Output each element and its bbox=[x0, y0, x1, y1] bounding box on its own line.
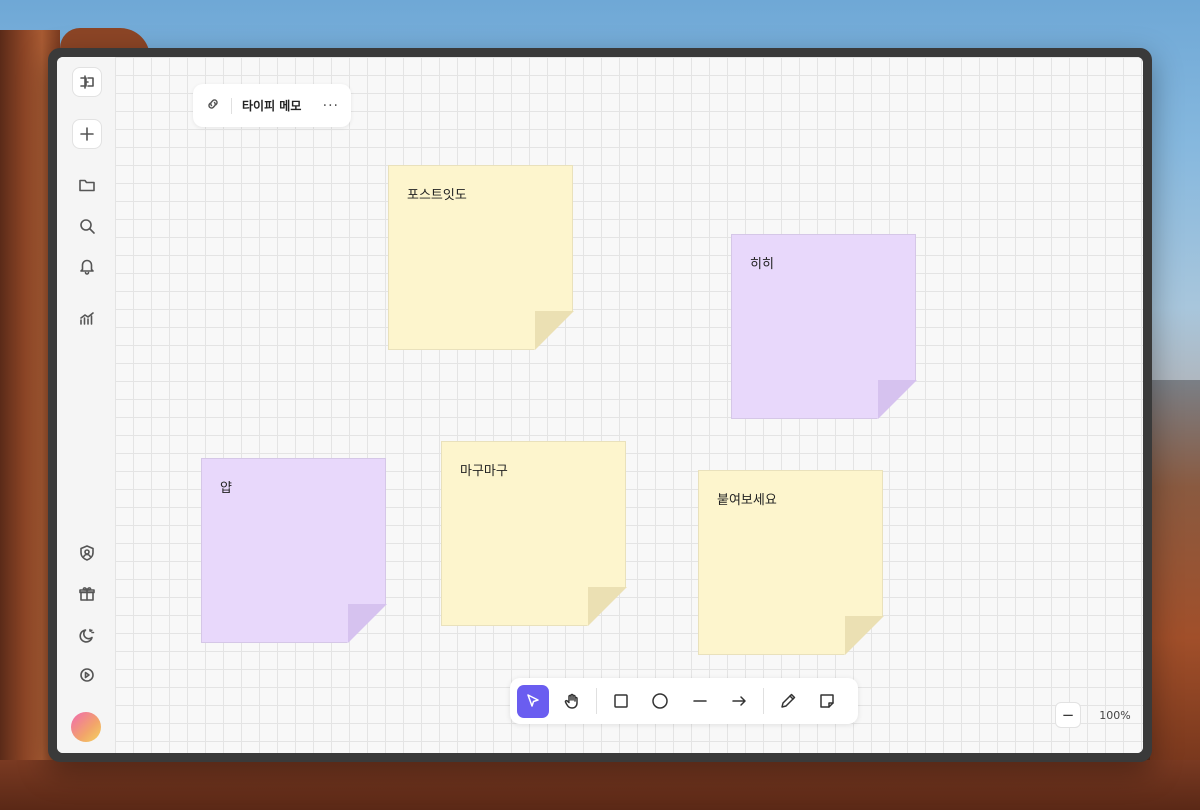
avatar[interactable] bbox=[71, 712, 101, 742]
document-title-bar: 타이피 메모 ··· bbox=[193, 84, 351, 127]
moon-icon bbox=[79, 628, 95, 643]
rectangle-tool[interactable] bbox=[605, 685, 637, 718]
background-rock-right bbox=[1150, 380, 1200, 810]
zoom-out-button[interactable]: − bbox=[1055, 702, 1081, 728]
gear-icon bbox=[80, 668, 94, 682]
document-title[interactable]: 타이피 메모 bbox=[242, 97, 301, 114]
rectangle-icon bbox=[613, 694, 628, 708]
analytics-button[interactable] bbox=[72, 303, 102, 333]
canvas[interactable]: 타이피 메모 ··· 포스트잇도 히히 얍 마구마구 붙여보세요 − 100% bbox=[115, 57, 1143, 753]
sticky-note-text: 히히 bbox=[750, 257, 774, 272]
line-tool[interactable] bbox=[684, 685, 716, 718]
add-button[interactable] bbox=[72, 119, 102, 149]
sidebar bbox=[57, 57, 115, 753]
settings-button[interactable] bbox=[72, 660, 102, 690]
ellipse-tool[interactable] bbox=[645, 685, 677, 718]
theme-button[interactable] bbox=[72, 620, 102, 650]
app-window: 타이피 메모 ··· 포스트잇도 히히 얍 마구마구 붙여보세요 − 100% bbox=[48, 48, 1152, 762]
folder-button[interactable] bbox=[72, 170, 102, 200]
search-button[interactable] bbox=[72, 211, 102, 241]
sticky-note-curl bbox=[588, 587, 627, 626]
security-button[interactable] bbox=[72, 538, 102, 568]
sticky-note-text: 마구마구 bbox=[460, 464, 508, 479]
bell-icon bbox=[80, 259, 94, 275]
sticky-note-curl bbox=[348, 604, 387, 643]
drawing-toolbar bbox=[510, 678, 858, 724]
search-icon bbox=[80, 219, 95, 234]
pencil-icon bbox=[781, 693, 795, 708]
pencil-tool[interactable] bbox=[772, 685, 804, 718]
toolbar-divider bbox=[763, 688, 764, 714]
zoom-level: 100% bbox=[1099, 708, 1131, 722]
gift-icon bbox=[79, 587, 95, 601]
toolbar-divider bbox=[596, 688, 597, 714]
logo-button[interactable] bbox=[72, 67, 102, 97]
sticky-note-text: 얍 bbox=[220, 481, 232, 496]
title-divider bbox=[231, 97, 232, 114]
sticky-note-curl bbox=[878, 380, 917, 419]
shield-user-icon bbox=[80, 545, 94, 561]
plus-icon bbox=[80, 127, 94, 141]
sticky-note-icon bbox=[820, 694, 835, 708]
hand-icon bbox=[564, 693, 579, 709]
arrow-right-icon bbox=[732, 696, 747, 706]
circle-icon bbox=[652, 693, 668, 709]
chart-icon bbox=[80, 312, 94, 325]
sticky-note-text: 붙여보세요 bbox=[717, 493, 777, 508]
line-icon bbox=[693, 700, 707, 702]
notifications-button[interactable] bbox=[72, 251, 102, 281]
arrow-tool[interactable] bbox=[724, 685, 756, 718]
app: 타이피 메모 ··· 포스트잇도 히히 얍 마구마구 붙여보세요 − 100% bbox=[57, 57, 1143, 753]
gift-button[interactable] bbox=[72, 579, 102, 609]
sticky-note-curl bbox=[535, 311, 574, 350]
sticky-note-tool[interactable] bbox=[812, 685, 844, 718]
more-options-button[interactable]: ··· bbox=[323, 98, 339, 114]
background-rock-bottom bbox=[0, 760, 1200, 810]
hand-tool[interactable] bbox=[557, 685, 589, 718]
link-icon[interactable] bbox=[205, 96, 221, 116]
logo-icon bbox=[80, 75, 94, 89]
zoom-controls: − 100% + bbox=[1055, 702, 1143, 728]
folder-icon bbox=[79, 179, 95, 192]
cursor-icon bbox=[527, 694, 539, 707]
sticky-note-curl bbox=[845, 616, 884, 655]
select-tool[interactable] bbox=[517, 684, 549, 718]
sticky-note-text: 포스트잇도 bbox=[407, 188, 467, 203]
